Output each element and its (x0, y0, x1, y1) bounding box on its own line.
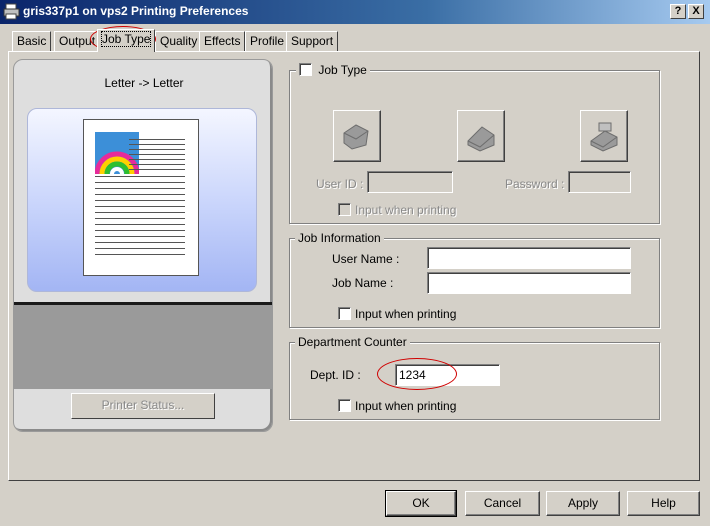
preview-panel: Letter -> Letter Printer Status... (13, 59, 273, 432)
text-line (129, 159, 185, 160)
tab-job-type-label: Job Type (100, 31, 152, 47)
printer-status-button[interactable]: Printer Status... (71, 393, 215, 419)
text-line (95, 212, 185, 213)
text-line (95, 230, 185, 231)
text-line (95, 242, 185, 243)
job-information-legend: Job Information (295, 231, 384, 245)
text-line (95, 206, 185, 207)
secured-print-icon (343, 124, 369, 150)
text-line (95, 248, 185, 249)
job-info-input-when-printing-checkbox[interactable] (338, 307, 351, 320)
dept-id-input[interactable]: 1234 (395, 364, 500, 386)
job-name-label: Job Name : (332, 276, 394, 290)
text-line (129, 169, 185, 170)
job-type-checkbox[interactable] (299, 63, 312, 77)
tab-output[interactable]: Output (54, 31, 101, 51)
dept-id-label: Dept. ID : (310, 368, 361, 382)
hold-job-button[interactable] (580, 110, 628, 162)
dept-input-when-printing-label: Input when printing (355, 399, 457, 413)
help-button[interactable]: Help (627, 491, 700, 516)
tab-profile[interactable]: Profile (245, 31, 290, 51)
mailbox-button[interactable] (333, 110, 381, 162)
printer-hold-icon (590, 122, 618, 152)
tab-quality[interactable]: Quality (155, 31, 203, 51)
text-line (95, 188, 185, 189)
paper-size-label: Letter -> Letter (104, 76, 184, 90)
tab-effects[interactable]: Effects (199, 31, 246, 51)
department-counter-legend: Department Counter (295, 335, 410, 349)
text-line (95, 254, 185, 255)
text-line (129, 164, 185, 165)
window-title: gris337p1 on vps2 Printing Preferences (23, 4, 249, 18)
text-line (95, 224, 185, 225)
job-type-legend: Job Type (296, 63, 370, 78)
preview-gray-area (14, 305, 272, 389)
title-bar[interactable]: gris337p1 on vps2 Printing Preferences ?… (0, 0, 710, 24)
job-name-input[interactable] (427, 272, 631, 294)
text-line (95, 218, 185, 219)
close-title-button[interactable]: X (688, 4, 704, 19)
user-name-label: User Name : (332, 252, 400, 266)
password-label: Password : (505, 177, 565, 191)
tab-job-type[interactable]: Job Type (97, 29, 156, 52)
text-line (129, 139, 185, 140)
cancel-button[interactable]: Cancel (465, 491, 540, 516)
user-id-input[interactable] (367, 171, 453, 193)
tab-basic[interactable]: Basic (12, 31, 52, 51)
job-type-input-when-printing-label: Input when printing (355, 203, 457, 217)
apply-button[interactable]: Apply (546, 491, 620, 516)
text-line (95, 236, 185, 237)
text-line (129, 144, 185, 145)
job-type-input-when-printing-checkbox[interactable] (338, 203, 351, 216)
store-icon (467, 126, 495, 152)
dept-input-when-printing-checkbox[interactable] (338, 399, 351, 412)
user-id-label: User ID : (316, 177, 364, 191)
help-title-button[interactable]: ? (670, 4, 686, 19)
job-info-input-when-printing-label: Input when printing (355, 307, 457, 321)
printer-icon (3, 3, 20, 20)
tab-support[interactable]: Support (286, 31, 339, 51)
job-type-checkbox-label: Job Type (318, 63, 367, 77)
text-line (95, 182, 185, 183)
ok-button[interactable]: OK (385, 490, 457, 517)
text-line (129, 154, 185, 155)
password-input[interactable] (568, 171, 631, 193)
store-job-button[interactable] (457, 110, 505, 162)
text-line (95, 176, 185, 177)
text-line (95, 194, 185, 195)
text-line (95, 200, 185, 201)
user-name-input[interactable] (427, 247, 631, 269)
text-line (129, 149, 185, 150)
